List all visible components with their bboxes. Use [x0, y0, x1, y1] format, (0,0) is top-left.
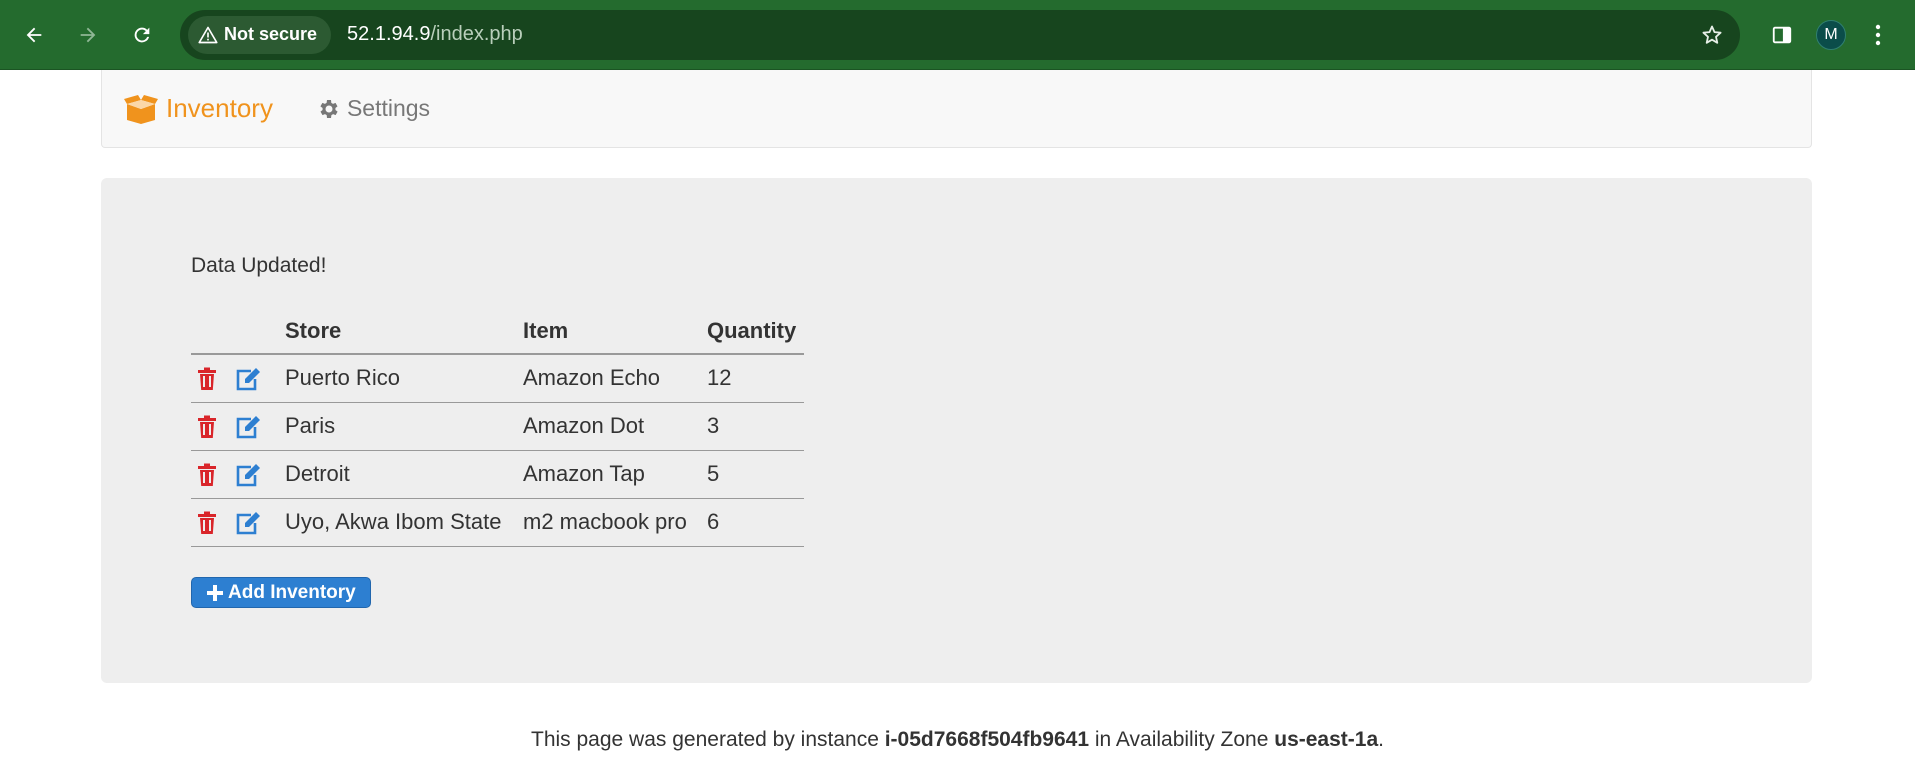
cell-store: Paris: [277, 402, 515, 451]
add-inventory-button[interactable]: Add Inventory: [191, 577, 371, 608]
cell-quantity: 5: [699, 450, 805, 499]
more-menu-icon[interactable]: [1868, 24, 1888, 46]
brand-link[interactable]: Inventory: [124, 93, 273, 124]
box-open-icon: [124, 94, 158, 124]
cell-quantity: 3: [699, 402, 805, 451]
edit-icon[interactable]: [235, 463, 261, 487]
cell-item: Amazon Tap: [515, 450, 699, 499]
url-text[interactable]: 52.1.94.9/index.php: [347, 23, 523, 46]
settings-label: Settings: [346, 95, 431, 121]
cell-store: Detroit: [277, 450, 515, 499]
table-row: Puerto Rico Amazon Echo 12: [191, 354, 805, 403]
footer-instance-info: This page was generated by instance i-05…: [0, 728, 1915, 752]
availability-zone: us-east-1a: [1274, 728, 1379, 751]
bookmark-star-icon[interactable]: [1692, 23, 1732, 47]
delete-trash-icon[interactable]: [197, 511, 217, 535]
cell-quantity: 6: [699, 498, 805, 547]
status-message: Data Updated!: [191, 254, 327, 277]
inventory-table: Store Item Quantity Puerto Rico Amazon E…: [191, 308, 805, 547]
delete-trash-icon[interactable]: [197, 463, 217, 487]
back-icon[interactable]: [14, 15, 54, 55]
side-panel-icon[interactable]: [1762, 24, 1802, 46]
footer-prefix: This page was generated by instance: [531, 728, 885, 751]
footer-middle: in Availability Zone: [1089, 728, 1275, 751]
profile-avatar[interactable]: M: [1816, 19, 1846, 50]
url-path: /index.php: [430, 23, 523, 45]
add-inventory-label: Add Inventory: [228, 581, 356, 603]
edit-icon[interactable]: [235, 367, 261, 391]
edit-icon[interactable]: [235, 511, 261, 535]
table-row: Paris Amazon Dot 3: [191, 402, 805, 451]
instance-id: i-05d7668f504fb9641: [884, 728, 1090, 751]
browser-toolbar: Not secure 52.1.94.9/index.php M: [0, 0, 1915, 70]
edit-icon[interactable]: [235, 415, 261, 439]
security-label: Not secure: [224, 24, 318, 44]
cell-quantity: 12: [699, 354, 805, 403]
header-item: Item: [515, 308, 699, 355]
content-panel: Data Updated! Store Item Quantity Puerto…: [101, 178, 1812, 683]
gear-icon: [320, 99, 338, 118]
plus-icon: [207, 584, 223, 601]
header-store: Store: [277, 308, 515, 355]
delete-trash-icon[interactable]: [197, 415, 217, 439]
reload-icon[interactable]: [122, 15, 162, 55]
table-row: Detroit Amazon Tap 5: [191, 450, 805, 499]
delete-trash-icon[interactable]: [197, 367, 217, 391]
header-actions: [191, 308, 277, 355]
header-quantity: Quantity: [699, 308, 805, 355]
cell-item: Amazon Echo: [515, 354, 699, 403]
security-indicator[interactable]: Not secure: [188, 15, 332, 54]
cell-store: Puerto Rico: [277, 354, 515, 403]
nav-settings[interactable]: Settings: [317, 95, 430, 122]
brand-label: Inventory: [166, 93, 273, 123]
app-navbar: Inventory Settings: [101, 70, 1812, 148]
table-row: Uyo, Akwa Ibom State m2 macbook pro 6: [191, 498, 805, 547]
address-bar[interactable]: Not secure 52.1.94.9/index.php: [180, 9, 1740, 60]
url-host: 52.1.94.9: [347, 23, 431, 45]
cell-item: m2 macbook pro: [515, 498, 699, 547]
forward-icon[interactable]: [68, 15, 108, 55]
cell-store: Uyo, Akwa Ibom State: [277, 498, 515, 547]
cell-item: Amazon Dot: [515, 402, 699, 451]
table-header-row: Store Item Quantity: [191, 308, 805, 355]
footer-suffix: .: [1378, 728, 1384, 751]
warning-icon: [198, 26, 218, 43]
